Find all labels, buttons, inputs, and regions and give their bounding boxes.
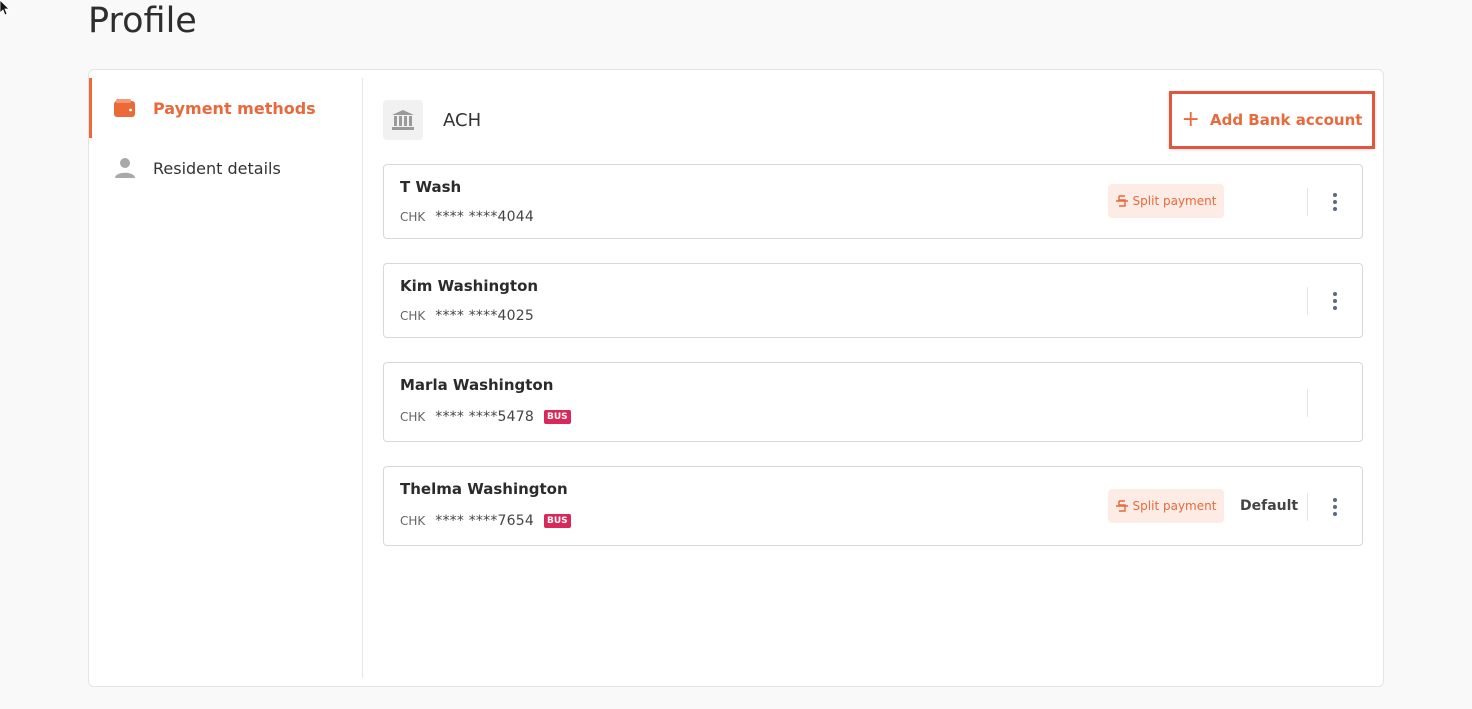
default-label: Default: [1240, 498, 1299, 514]
person-icon: [113, 156, 137, 180]
sidebar-item-resident-details[interactable]: Resident details: [89, 138, 362, 198]
split-icon: [1115, 195, 1128, 207]
split-payment-badge[interactable]: Split payment: [1108, 184, 1224, 218]
account-type: CHK: [400, 309, 426, 323]
wallet-icon: [113, 96, 137, 120]
account-details: CHK **** ****7654 BUS: [400, 513, 571, 529]
divider: [1307, 287, 1308, 315]
account-number: **** ****5478: [435, 409, 534, 425]
account-holder-name: Marla Washington: [400, 376, 554, 394]
sidebar-item-payment-methods[interactable]: Payment methods: [89, 78, 362, 138]
account-card[interactable]: Thelma Washington CHK **** ****7654 BUS …: [383, 466, 1363, 546]
split-payment-badge[interactable]: Split payment: [1108, 489, 1224, 523]
more-options-icon[interactable]: [1325, 289, 1345, 313]
split-payment-label: Split payment: [1132, 194, 1217, 208]
account-holder-name: T Wash: [400, 178, 462, 196]
more-options-icon[interactable]: [1325, 190, 1345, 214]
sidebar: Payment methods Resident details: [89, 78, 363, 678]
section-title: ACH: [443, 109, 482, 131]
mouse-cursor-icon: [0, 0, 10, 16]
business-account-badge: BUS: [543, 514, 571, 528]
business-account-badge: BUS: [543, 410, 571, 424]
more-options-icon[interactable]: [1325, 495, 1345, 519]
account-type: CHK: [400, 210, 426, 224]
divider: [1307, 493, 1308, 521]
page-title: Profile: [88, 1, 197, 41]
account-card[interactable]: Marla Washington CHK **** ****5478 BUS: [383, 362, 1363, 442]
account-number: **** ****4025: [435, 308, 534, 324]
sidebar-item-label: Resident details: [153, 158, 281, 178]
add-bank-account-label: Add Bank account: [1209, 111, 1363, 129]
account-details: CHK **** ****4044: [400, 209, 534, 225]
split-icon: [1115, 500, 1128, 512]
divider: [1307, 188, 1308, 216]
account-card[interactable]: Kim Washington CHK **** ****4025: [383, 263, 1363, 338]
account-number: **** ****7654: [435, 513, 534, 529]
account-holder-name: Kim Washington: [400, 277, 539, 295]
bank-icon: [383, 100, 423, 140]
account-card[interactable]: T Wash CHK **** ****4044 Split payment: [383, 164, 1363, 239]
plus-icon: +: [1181, 107, 1200, 132]
sidebar-item-label: Payment methods: [153, 98, 316, 118]
profile-card: Payment methods Resident details ACH + A…: [88, 69, 1384, 687]
account-details: CHK **** ****5478 BUS: [400, 409, 571, 425]
divider: [1307, 389, 1308, 417]
account-holder-name: Thelma Washington: [400, 480, 568, 498]
account-type: CHK: [400, 410, 426, 424]
account-type: CHK: [400, 514, 426, 528]
add-bank-account-button[interactable]: + Add Bank account: [1169, 91, 1375, 149]
account-details: CHK **** ****4025: [400, 308, 534, 324]
ach-section-header: ACH + Add Bank account: [383, 91, 1375, 149]
account-number: **** ****4044: [435, 209, 534, 225]
payment-methods-panel: ACH + Add Bank account T Wash CHK **** *…: [383, 91, 1375, 546]
split-payment-label: Split payment: [1132, 499, 1217, 513]
